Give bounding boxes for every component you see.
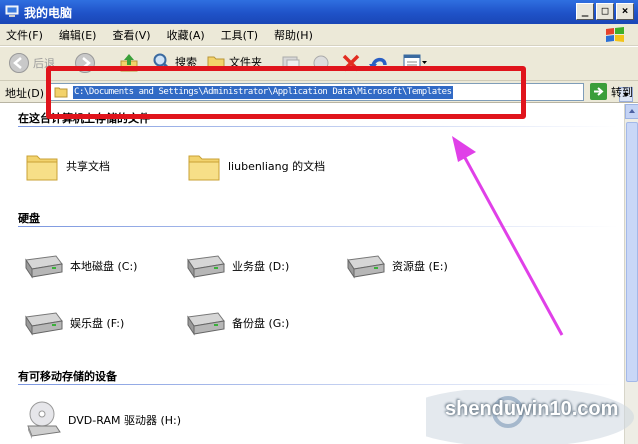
windows-logo-icon <box>606 27 624 42</box>
drive-item-c[interactable]: 本地磁盘 (C:) <box>22 252 137 280</box>
hard-drive-icon <box>187 312 225 336</box>
address-label: 地址(D) <box>5 87 45 100</box>
drive-item-g[interactable]: 备份盘 (G:) <box>184 309 289 337</box>
watermark-text: shenduwin10.com <box>445 398 619 420</box>
hard-drive-icon <box>187 255 225 279</box>
minimize-button[interactable]: _ <box>576 3 594 20</box>
menu-edit[interactable]: 编辑(E) <box>59 27 97 43</box>
chevron-up-icon <box>629 109 635 113</box>
hard-drive-icon <box>25 312 63 336</box>
menu-help[interactable]: 帮助(H) <box>274 27 313 43</box>
window-title: 我的电脑 <box>24 5 73 20</box>
maximize-button[interactable]: □ <box>596 3 614 20</box>
section-title-drives: 硬盘 <box>18 212 40 225</box>
drive-item-e[interactable]: 资源盘 (E:) <box>344 252 448 280</box>
section-divider <box>18 384 618 385</box>
drive-item-h[interactable]: DVD-RAM 驱动器 (H:) <box>22 400 181 440</box>
hard-drive-icon <box>347 255 385 279</box>
folder-item-user-docs[interactable]: liubenliang 的文档 <box>186 148 325 184</box>
scroll-thumb[interactable] <box>626 122 638 382</box>
section-title-removable: 有可移动存储的设备 <box>18 370 117 383</box>
go-button[interactable]: 转到 <box>590 83 633 100</box>
menu-view[interactable]: 查看(V) <box>112 27 150 43</box>
drive-item-d[interactable]: 业务盘 (D:) <box>184 252 289 280</box>
dvd-drive-icon <box>27 401 61 439</box>
folder-item-shared-docs[interactable]: 共享文档 <box>24 148 110 184</box>
folder-icon <box>26 155 58 181</box>
menu-bar: 文件(F) 编辑(E) 查看(V) 收藏(A) 工具(T) 帮助(H) <box>0 24 638 46</box>
hard-drive-icon <box>25 255 63 279</box>
drive-item-f[interactable]: 娱乐盘 (F:) <box>22 309 124 337</box>
menu-tools[interactable]: 工具(T) <box>221 27 258 43</box>
annotation-arrow <box>452 136 564 336</box>
menu-file[interactable]: 文件(F) <box>6 27 43 43</box>
annotation-highlight-box <box>46 66 526 119</box>
back-arrow-icon <box>9 53 29 73</box>
go-arrow-icon <box>590 83 607 100</box>
folder-icon <box>188 155 220 181</box>
my-computer-icon <box>5 5 19 17</box>
section-divider <box>18 126 618 127</box>
title-bar: 我的电脑 _ □ × <box>0 0 638 24</box>
close-button[interactable]: × <box>616 3 634 20</box>
scroll-up-button[interactable] <box>625 104 638 119</box>
menu-favorites[interactable]: 收藏(A) <box>167 27 205 43</box>
